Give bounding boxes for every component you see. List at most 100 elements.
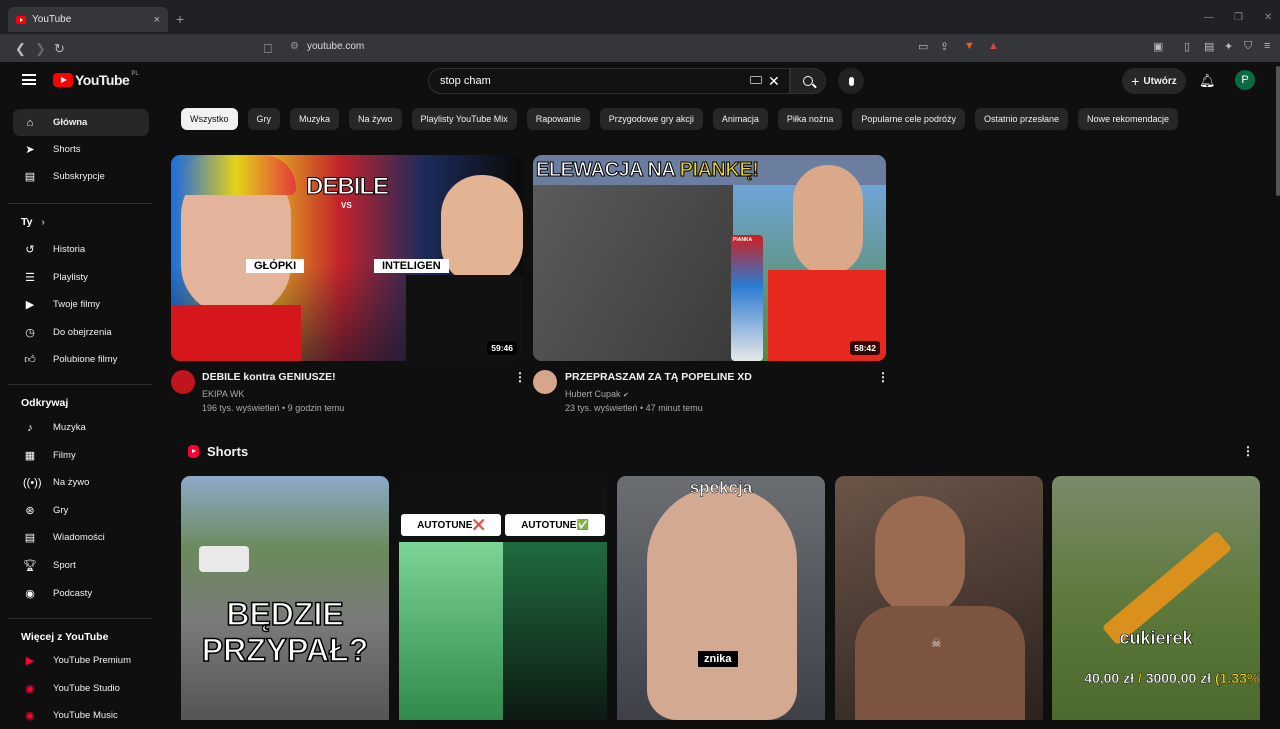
sidebar-item-movies[interactable]: ▦ Filmy (13, 442, 149, 469)
sidebar-item-history[interactable]: ↺ Historia (13, 236, 149, 263)
sidebar-you-header[interactable]: Ty › (21, 216, 45, 228)
chip-gaming[interactable]: Gry (247, 108, 281, 130)
short-overlay: cukierek (1119, 628, 1193, 649)
create-button[interactable]: + Utwórz (1122, 68, 1186, 94)
browser-tab[interactable]: YouTube × (8, 7, 168, 32)
reload-icon[interactable]: ↻ (54, 41, 65, 57)
sidebar-toggle-icon[interactable]: ▯ (1184, 40, 1190, 53)
more-vert-icon[interactable]: ⋮ (877, 370, 889, 384)
chevron-right-icon: › (41, 216, 45, 228)
chip-live[interactable]: Na żywo (349, 108, 402, 130)
menu-icon[interactable]: ≡ (1264, 40, 1270, 52)
sidebar-item-live[interactable]: ((•)) Na żywo (13, 469, 149, 496)
sidebar-item-podcasts[interactable]: ◉ Podcasty (13, 580, 149, 607)
chip-new-to-you[interactable]: Nowe rekomendacje (1078, 108, 1179, 130)
sidebar-item-yt-studio[interactable]: ◉ YouTube Studio (13, 675, 149, 702)
chip-action-adventure[interactable]: Przygodowe gry akcji (599, 108, 703, 130)
wallet-icon[interactable]: ▣ (1153, 40, 1163, 53)
sidebar-item-home[interactable]: ⌂ Główna (13, 109, 149, 136)
sidebar-item-news[interactable]: ▤ Wiadomości (13, 524, 149, 551)
video-thumbnail[interactable]: DEBILE VS GŁÓPKI INTELIGEN 59:46 (171, 155, 523, 361)
short-card[interactable]: ☠ (835, 476, 1043, 720)
vpn-icon[interactable]: ⛉ (1244, 40, 1252, 53)
short-card[interactable]: AUTOTUNE❌ AUTOTUNE✅ (399, 476, 607, 720)
video-title[interactable]: DEBILE kontra GENIUSZE! (202, 371, 336, 383)
search-icon (803, 76, 813, 86)
cast-icon[interactable]: ▭ (918, 40, 928, 53)
person-right (441, 175, 523, 285)
brave-rewards-icon[interactable]: ▲ (988, 40, 999, 52)
video-title[interactable]: PRZEPRASZAM ZA TĄ POPELINE XD (565, 371, 752, 383)
chip-all[interactable]: Wszystko (181, 108, 238, 130)
sidebar-item-shorts[interactable]: ➤ Shorts (13, 136, 149, 163)
sidebar-item-subscriptions[interactable]: ▤ Subskrypcje (13, 163, 149, 190)
chip-music[interactable]: Muzyka (290, 108, 340, 130)
chip-football[interactable]: Piłka nożna (777, 108, 843, 130)
forward-icon[interactable]: ❯ (35, 41, 46, 57)
home-icon: ⌂ (26, 116, 34, 129)
chip-travel[interactable]: Popularne cele podróży (852, 108, 965, 130)
maximize-icon[interactable]: ❐ (1234, 12, 1243, 23)
microphone-icon (848, 76, 854, 86)
short-card[interactable]: cukierek 40,00 zł / 3000,00 zł (1.33%) (1052, 476, 1260, 720)
site-settings-icon[interactable]: ⚙ (290, 41, 299, 52)
chip-recently-uploaded[interactable]: Ostatnio przesłane (974, 108, 1068, 130)
bookmark-icon[interactable]: ⎕ (264, 41, 272, 57)
share-icon[interactable]: ⇪ (940, 40, 949, 53)
plus-icon: + (1131, 73, 1140, 89)
sidebar-item-label: Playlisty (53, 272, 88, 283)
new-tab-button[interactable]: + (176, 11, 184, 27)
sidebar-item-music[interactable]: ♪ Muzyka (13, 414, 149, 441)
channel-avatar[interactable] (171, 370, 195, 394)
sidebar-item-watch-later[interactable]: ◷ Do obejrzenia (13, 319, 149, 346)
skull-icon: ☠ (931, 636, 942, 650)
sidebar-item-playlists[interactable]: ☰ Playlisty (13, 264, 149, 291)
chip-mix[interactable]: Playlisty YouTube Mix (411, 108, 517, 130)
sidebar-item-sport[interactable]: 🏆︎ Sport (13, 552, 149, 579)
sidebar-item-yt-premium[interactable]: ▶ YouTube Premium (13, 647, 149, 674)
scrollbar[interactable] (1276, 66, 1280, 196)
tab-close-icon[interactable]: × (154, 14, 160, 26)
thumb-vs: VS (341, 201, 352, 210)
sidebar-item-label: YouTube Premium (53, 655, 131, 666)
notifications-bell-icon[interactable]: 🔔︎ (1199, 73, 1216, 89)
short-card[interactable]: spekcja znika (617, 476, 825, 720)
sidebar-item-yt-music[interactable]: ◉ YouTube Music (13, 702, 149, 729)
playlists-icon: ☰ (25, 272, 35, 284)
url-field[interactable]: ⚙ youtube.com (290, 41, 364, 52)
window-close-icon[interactable]: ✕ (1264, 12, 1272, 23)
torso (855, 606, 1025, 720)
search-button[interactable] (790, 68, 826, 94)
chip-animation[interactable]: Animacja (712, 108, 768, 130)
search-input[interactable]: stop cham (428, 68, 790, 94)
back-icon[interactable]: ❮ (15, 41, 26, 57)
channel-avatar[interactable] (533, 370, 557, 394)
extensions-icon[interactable]: ✦ (1224, 40, 1233, 53)
minimize-icon[interactable]: — (1204, 12, 1214, 23)
more-vert-icon[interactable]: ⋮ (1242, 444, 1254, 458)
avatar[interactable]: P (1235, 70, 1255, 90)
logo-text: YouTube (75, 72, 130, 88)
brave-shields-icon[interactable]: ▼ (964, 40, 975, 52)
more-vert-icon[interactable]: ⋮ (514, 370, 526, 384)
video-thumbnail[interactable]: PIANKA ELEWACJA NA PIANKĘ! 58:42 (533, 155, 886, 361)
voice-search-button[interactable] (838, 68, 864, 94)
channel-name[interactable]: EKIPA WK (202, 389, 244, 399)
sidebar-item-label: Polubione filmy (53, 354, 118, 365)
clear-search-icon[interactable]: ✕ (768, 73, 780, 90)
sidebar-item-liked[interactable]: 👍︎ Polubione filmy (13, 346, 149, 373)
keyboard-icon[interactable] (750, 76, 762, 84)
autotune-off-label: AUTOTUNE❌ (401, 514, 501, 536)
youtube-logo[interactable]: YouTube PL (53, 71, 139, 88)
sidebar-item-label: Twoje filmy (53, 299, 100, 310)
watch-later-icon: ◷ (25, 327, 35, 339)
channel-name[interactable]: Hubert Cupak ✔ (565, 389, 629, 399)
sidebar-item-gaming[interactable]: ⊛ Gry (13, 497, 149, 524)
chip-rap[interactable]: Rapowanie (526, 108, 590, 130)
channel-name-text: Hubert Cupak (565, 389, 621, 399)
hamburger-menu-icon[interactable] (22, 74, 36, 85)
gaming-icon: ⊛ (25, 505, 35, 517)
sidebar-item-your-videos[interactable]: ▶ Twoje filmy (13, 291, 149, 318)
short-card[interactable]: BĘDZIE PRZYPAŁ? (181, 476, 389, 720)
tabs-icon[interactable]: ▤ (1204, 40, 1214, 53)
